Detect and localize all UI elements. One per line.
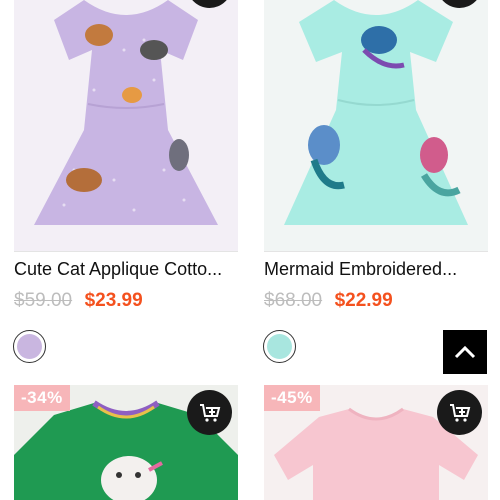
- chevron-up-icon: [454, 345, 476, 359]
- original-price: $68.00: [264, 290, 323, 311]
- product-image[interactable]: [264, 0, 488, 252]
- sale-price: $23.99: [84, 290, 143, 311]
- product-card[interactable]: -45%: [264, 385, 488, 500]
- dress-illustration: [34, 0, 218, 225]
- price-row: $68.00 $22.99: [264, 290, 393, 312]
- product-title[interactable]: Cute Cat Applique Cotto...: [14, 258, 238, 280]
- add-to-cart-button[interactable]: [437, 390, 482, 435]
- swatch-thumbnail: [267, 334, 292, 359]
- product-card[interactable]: Cute Cat Applique Cotto... $59.00 $23.99: [13, 0, 238, 363]
- sale-price: $22.99: [334, 290, 393, 311]
- discount-badge: -34%: [14, 385, 70, 411]
- product-card[interactable]: Mermaid Embroidered... $68.00 $22.99: [263, 0, 488, 363]
- product-image[interactable]: [14, 0, 238, 252]
- swatch-thumbnail: [17, 334, 42, 359]
- add-to-cart-icon: [199, 403, 220, 422]
- discount-badge: -45%: [264, 385, 320, 411]
- back-to-top-button[interactable]: [443, 330, 487, 374]
- price-row: $59.00 $23.99: [14, 290, 143, 312]
- add-to-cart-icon: [449, 403, 470, 422]
- add-to-cart-button[interactable]: [187, 390, 232, 435]
- original-price: $59.00: [14, 290, 73, 311]
- product-title[interactable]: Mermaid Embroidered...: [264, 258, 488, 280]
- color-swatch[interactable]: [13, 330, 46, 363]
- product-card[interactable]: -34%: [14, 385, 238, 500]
- color-swatch[interactable]: [263, 330, 296, 363]
- dress-illustration: [284, 0, 468, 225]
